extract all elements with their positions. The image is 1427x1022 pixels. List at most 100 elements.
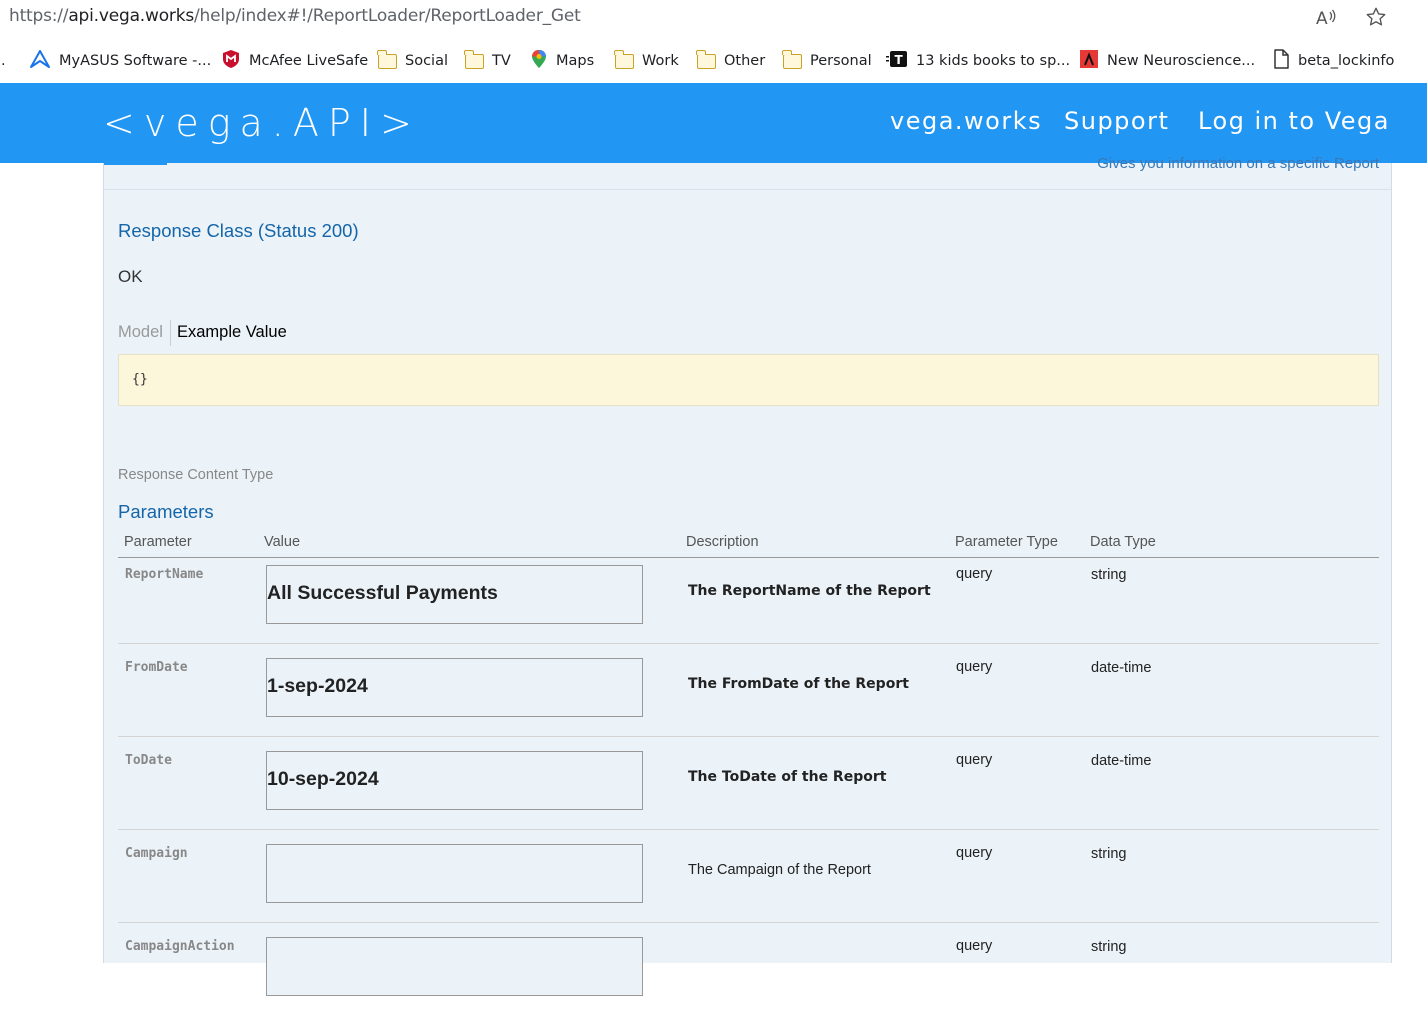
bookmark-work[interactable]: Work <box>614 49 679 72</box>
asus-icon <box>29 49 51 73</box>
param-data-type: date-time <box>1091 753 1152 769</box>
svg-text:T: T <box>895 53 904 67</box>
bookmark-kids-books[interactable]: T 13 kids books to sp... <box>886 50 1070 72</box>
table-row: CampaignAction query string <box>118 929 1379 1022</box>
response-status-text: OK <box>118 267 143 286</box>
parameters-title: Parameters <box>118 501 214 522</box>
col-header-parameter: Parameter <box>124 534 192 550</box>
bookmark-neuroscience[interactable]: New Neuroscience... <box>1079 50 1255 72</box>
document-icon <box>1272 49 1290 73</box>
param-name: ReportName <box>125 567 204 582</box>
operation-summary: Gives you information on a specific Repo… <box>1097 155 1379 172</box>
row-divider <box>118 829 1379 830</box>
bookmark-overflow[interactable]: . <box>1 50 6 72</box>
site-header: <vega.API> vega.works Support Log in to … <box>0 83 1427 163</box>
bookmark-personal[interactable]: Personal <box>782 49 872 72</box>
folder-icon <box>464 49 484 69</box>
operation-tab-indicator <box>104 163 167 165</box>
param-name: ToDate <box>125 753 172 768</box>
param-type: query <box>956 752 993 768</box>
divider <box>104 189 1391 190</box>
bookmark-label: beta_lockinfo <box>1298 53 1395 69</box>
bookmarks-bar: . MyASUS Software -... McAfee LiveSafe S… <box>0 40 1427 80</box>
example-value-box[interactable]: {} <box>118 354 1379 406</box>
nav-vega-works[interactable]: vega.works <box>890 107 1042 135</box>
folder-icon <box>782 49 802 69</box>
bookmark-label: Maps <box>556 53 595 69</box>
bookmark-tv[interactable]: TV <box>464 49 511 72</box>
bookmark-maps[interactable]: Maps <box>530 50 594 72</box>
folder-icon <box>696 49 716 69</box>
param-description: The ReportName of the Report <box>688 583 931 599</box>
star-icon[interactable] <box>1364 5 1388 29</box>
table-row: ReportName All Successful Payments The R… <box>118 557 1379 650</box>
bookmark-other[interactable]: Other <box>696 49 766 72</box>
operation-panel: Gives you information on a specific Repo… <box>103 155 1392 996</box>
bookmark-label: Social <box>405 53 448 69</box>
table-row: Campaign The Campaign of the Report quer… <box>118 836 1379 929</box>
t-logo-icon: T <box>886 50 908 72</box>
tab-divider <box>170 320 171 346</box>
svg-text:A: A <box>1316 9 1328 27</box>
url-text[interactable]: https://api.vega.works/help/index#!/Repo… <box>9 6 581 26</box>
col-header-value: Value <box>264 534 301 550</box>
param-description: The FromDate of the Report <box>688 676 909 692</box>
bookmark-label: MyASUS Software -... <box>59 53 212 69</box>
param-value-input[interactable]: 10-sep-2024 <box>266 751 643 810</box>
bookmark-label: Personal <box>810 53 872 69</box>
tab-example-value[interactable]: Example Value <box>177 323 287 342</box>
param-value-input[interactable] <box>266 844 643 903</box>
bookmark-label: Other <box>724 53 766 69</box>
bookmark-social[interactable]: Social <box>377 49 448 72</box>
nav-login[interactable]: Log in to Vega <box>1198 107 1390 135</box>
param-name: Campaign <box>125 846 188 861</box>
bookmark-myasus[interactable]: MyASUS Software -... <box>29 50 211 72</box>
bookmark-label: TV <box>492 53 511 69</box>
param-description: The Campaign of the Report <box>688 862 871 878</box>
site-logo[interactable]: <vega.API> <box>103 101 421 145</box>
url-path: /help/index#!/ReportLoader/ReportLoader_… <box>194 6 581 26</box>
param-type: query <box>956 659 993 675</box>
param-value-input[interactable] <box>266 937 643 996</box>
row-divider <box>118 736 1379 737</box>
row-divider <box>118 643 1379 644</box>
param-value-text: All Successful Payments <box>267 582 498 604</box>
folder-icon <box>614 49 634 69</box>
nav-support[interactable]: Support <box>1064 107 1169 135</box>
response-content-type-label: Response Content Type <box>118 467 274 483</box>
param-value-input[interactable]: All Successful Payments <box>266 565 643 624</box>
url-host: api.vega.works <box>68 6 195 26</box>
param-value-input[interactable]: 1-sep-2024 <box>266 658 643 717</box>
col-header-parameter-type: Parameter Type <box>955 534 1058 550</box>
param-data-type: string <box>1091 939 1127 955</box>
bookmark-label: Work <box>642 53 679 69</box>
bookmark-beta-lockinfo[interactable]: beta_lockinfo <box>1272 49 1395 73</box>
url-prefix: https:// <box>9 6 69 26</box>
bookmark-label: 13 kids books to sp... <box>916 53 1071 69</box>
example-code: {} <box>132 372 148 387</box>
maps-pin-icon <box>530 49 548 73</box>
param-data-type: string <box>1091 567 1127 583</box>
response-class-title: Response Class (Status 200) <box>118 220 359 241</box>
param-value-text: 1-sep-2024 <box>267 675 368 697</box>
read-aloud-icon[interactable]: A <box>1314 5 1338 29</box>
param-data-type: string <box>1091 846 1127 862</box>
table-row: ToDate 10-sep-2024 The ToDate of the Rep… <box>118 743 1379 836</box>
bookmark-label: McAfee LiveSafe <box>249 53 369 69</box>
param-value-text: 10-sep-2024 <box>267 768 379 790</box>
mcafee-icon <box>221 49 241 73</box>
bookmark-label: New Neuroscience... <box>1107 53 1256 69</box>
param-type: query <box>956 566 993 582</box>
col-header-data-type: Data Type <box>1090 534 1156 550</box>
article-icon <box>1079 49 1099 73</box>
folder-icon <box>377 49 397 69</box>
col-header-description: Description <box>686 534 759 550</box>
row-divider <box>118 922 1379 923</box>
param-description: The ToDate of the Report <box>688 769 887 785</box>
bookmark-mcafee[interactable]: McAfee LiveSafe <box>221 50 368 72</box>
param-type: query <box>956 845 993 861</box>
tab-model[interactable]: Model <box>118 323 163 342</box>
param-name: FromDate <box>125 660 188 675</box>
address-bar[interactable]: https://api.vega.works/help/index#!/Repo… <box>0 0 1427 36</box>
param-data-type: date-time <box>1091 660 1152 676</box>
